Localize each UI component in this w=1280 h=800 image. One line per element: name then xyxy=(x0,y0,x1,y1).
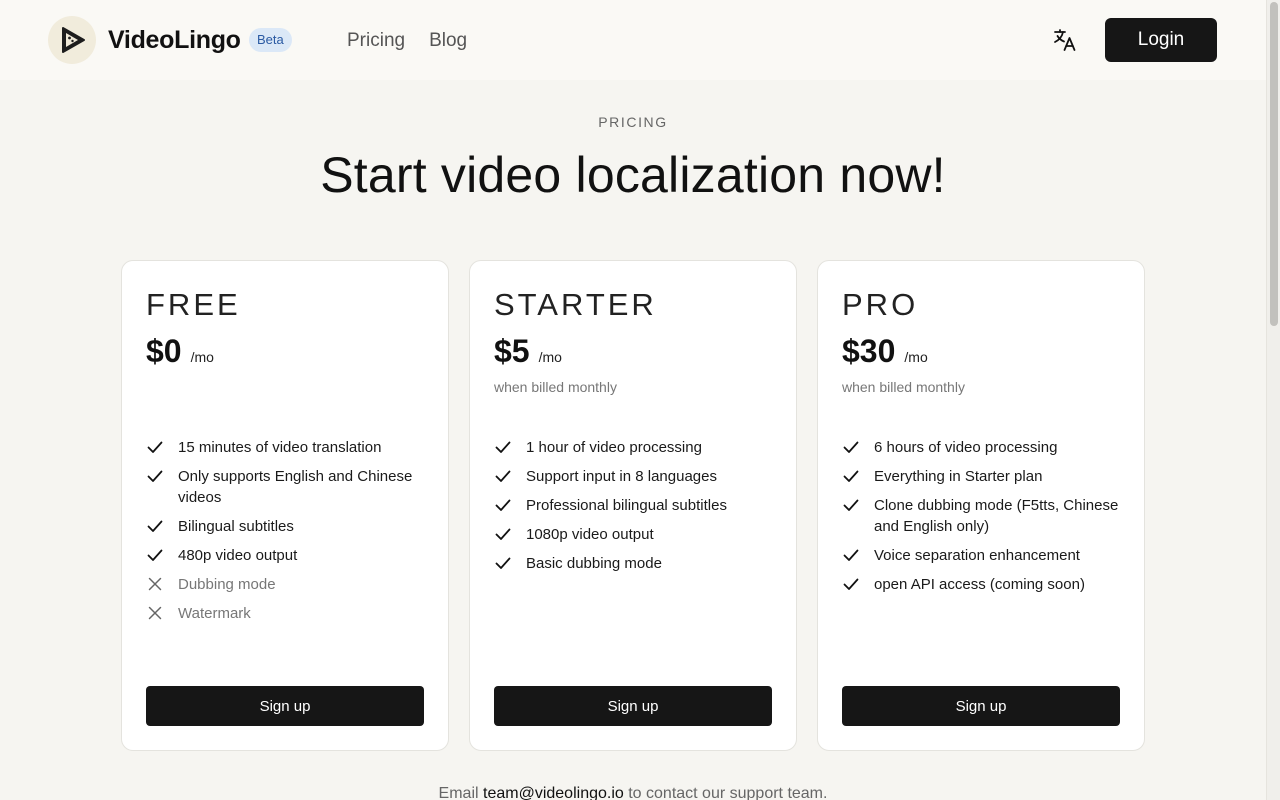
billing-note: when billed monthly xyxy=(494,379,617,395)
feature-item: 6 hours of video processing xyxy=(842,437,1132,458)
check-icon xyxy=(146,546,164,564)
feature-list: 15 minutes of video translation Only supp… xyxy=(146,437,436,632)
support-prefix: Email xyxy=(438,785,479,800)
feature-item: 15 minutes of video translation xyxy=(146,437,436,458)
translate-icon[interactable] xyxy=(1050,25,1080,55)
feature-list: 1 hour of video processing Support input … xyxy=(494,437,784,582)
page-scrollbar[interactable] xyxy=(1266,0,1280,800)
plan-card-starter: STARTER $5 /mo when billed monthly 1 hou… xyxy=(469,260,797,751)
check-icon xyxy=(494,467,512,485)
support-suffix: to contact our support team. xyxy=(628,785,828,800)
check-icon xyxy=(842,438,860,456)
x-icon xyxy=(146,575,164,593)
support-email-link[interactable]: team@videolingo.io xyxy=(483,785,624,800)
feature-text: Dubbing mode xyxy=(178,576,276,593)
brand-name[interactable]: VideoLingo xyxy=(108,26,241,55)
feature-text: Only supports English and Chinese videos xyxy=(178,468,413,506)
feature-text: 1080p video output xyxy=(526,526,654,543)
page-title: Start video localization now! xyxy=(320,147,946,203)
price-row: $0 /mo xyxy=(146,333,214,370)
feature-text: 480p video output xyxy=(178,547,298,564)
sign-up-button[interactable]: Sign up xyxy=(494,686,772,726)
check-icon xyxy=(842,467,860,485)
feature-text: Voice separation enhancement xyxy=(874,547,1080,564)
billing-note: when billed monthly xyxy=(842,379,965,395)
feature-item: 1080p video output xyxy=(494,524,784,545)
check-icon xyxy=(494,438,512,456)
feature-item: Bilingual subtitles xyxy=(146,516,436,537)
price-period: /mo xyxy=(904,349,928,365)
sign-up-button[interactable]: Sign up xyxy=(146,686,424,726)
price-period: /mo xyxy=(538,349,562,365)
feature-text: Professional bilingual subtitles xyxy=(526,497,727,514)
beta-badge: Beta xyxy=(249,28,292,52)
price-period: /mo xyxy=(190,349,214,365)
check-icon xyxy=(494,525,512,543)
plan-card-pro: PRO $30 /mo when billed monthly 6 hours … xyxy=(817,260,1145,751)
price-row: $30 /mo xyxy=(842,333,928,370)
feature-item: open API access (coming soon) xyxy=(842,574,1132,595)
support-note: Email team@videolingo.io to contact our … xyxy=(0,785,1266,800)
check-icon xyxy=(494,496,512,514)
site-header: VideoLingo Beta Pricing Blog Login xyxy=(0,0,1266,80)
x-icon xyxy=(146,604,164,622)
feature-item: Basic dubbing mode xyxy=(494,553,784,574)
check-icon xyxy=(842,575,860,593)
feature-text: open API access (coming soon) xyxy=(874,576,1085,593)
check-icon xyxy=(146,438,164,456)
plan-price: $30 xyxy=(842,333,896,369)
feature-text: 1 hour of video processing xyxy=(526,439,702,456)
feature-text: 15 minutes of video translation xyxy=(178,439,382,456)
plan-name: STARTER xyxy=(494,287,657,322)
nav-blog[interactable]: Blog xyxy=(429,30,467,52)
plan-name: PRO xyxy=(842,287,919,322)
feature-text: Bilingual subtitles xyxy=(178,518,294,535)
price-row: $5 /mo xyxy=(494,333,562,370)
feature-item: 1 hour of video processing xyxy=(494,437,784,458)
feature-text: Everything in Starter plan xyxy=(874,468,1043,485)
feature-item: Dubbing mode xyxy=(146,574,436,595)
feature-text: Clone dubbing mode (F5tts, Chinese and E… xyxy=(874,497,1119,535)
play-logo-icon[interactable] xyxy=(48,16,96,64)
check-icon xyxy=(842,546,860,564)
feature-item: Only supports English and Chinese videos xyxy=(146,466,436,508)
login-button[interactable]: Login xyxy=(1105,18,1217,62)
plan-card-free: FREE $0 /mo 15 minutes of video translat… xyxy=(121,260,449,751)
plan-name: FREE xyxy=(146,287,241,322)
feature-item: 480p video output xyxy=(146,545,436,566)
feature-item: Everything in Starter plan xyxy=(842,466,1132,487)
check-icon xyxy=(146,517,164,535)
feature-item: Support input in 8 languages xyxy=(494,466,784,487)
feature-item: Watermark xyxy=(146,603,436,624)
feature-text: 6 hours of video processing xyxy=(874,439,1058,456)
sign-up-button[interactable]: Sign up xyxy=(842,686,1120,726)
plan-price: $0 xyxy=(146,333,182,369)
section-eyebrow: PRICING xyxy=(598,114,668,130)
feature-text: Basic dubbing mode xyxy=(526,555,662,572)
plan-price: $5 xyxy=(494,333,530,369)
main-nav: Pricing Blog xyxy=(347,30,467,52)
feature-text: Watermark xyxy=(178,605,251,622)
feature-text: Support input in 8 languages xyxy=(526,468,717,485)
nav-pricing[interactable]: Pricing xyxy=(347,30,405,52)
feature-list: 6 hours of video processing Everything in… xyxy=(842,437,1132,603)
feature-item: Clone dubbing mode (F5tts, Chinese and E… xyxy=(842,495,1132,537)
check-icon xyxy=(146,467,164,485)
feature-item: Voice separation enhancement xyxy=(842,545,1132,566)
scrollbar-thumb[interactable] xyxy=(1270,2,1278,326)
check-icon xyxy=(842,496,860,514)
feature-item: Professional bilingual subtitles xyxy=(494,495,784,516)
check-icon xyxy=(494,554,512,572)
